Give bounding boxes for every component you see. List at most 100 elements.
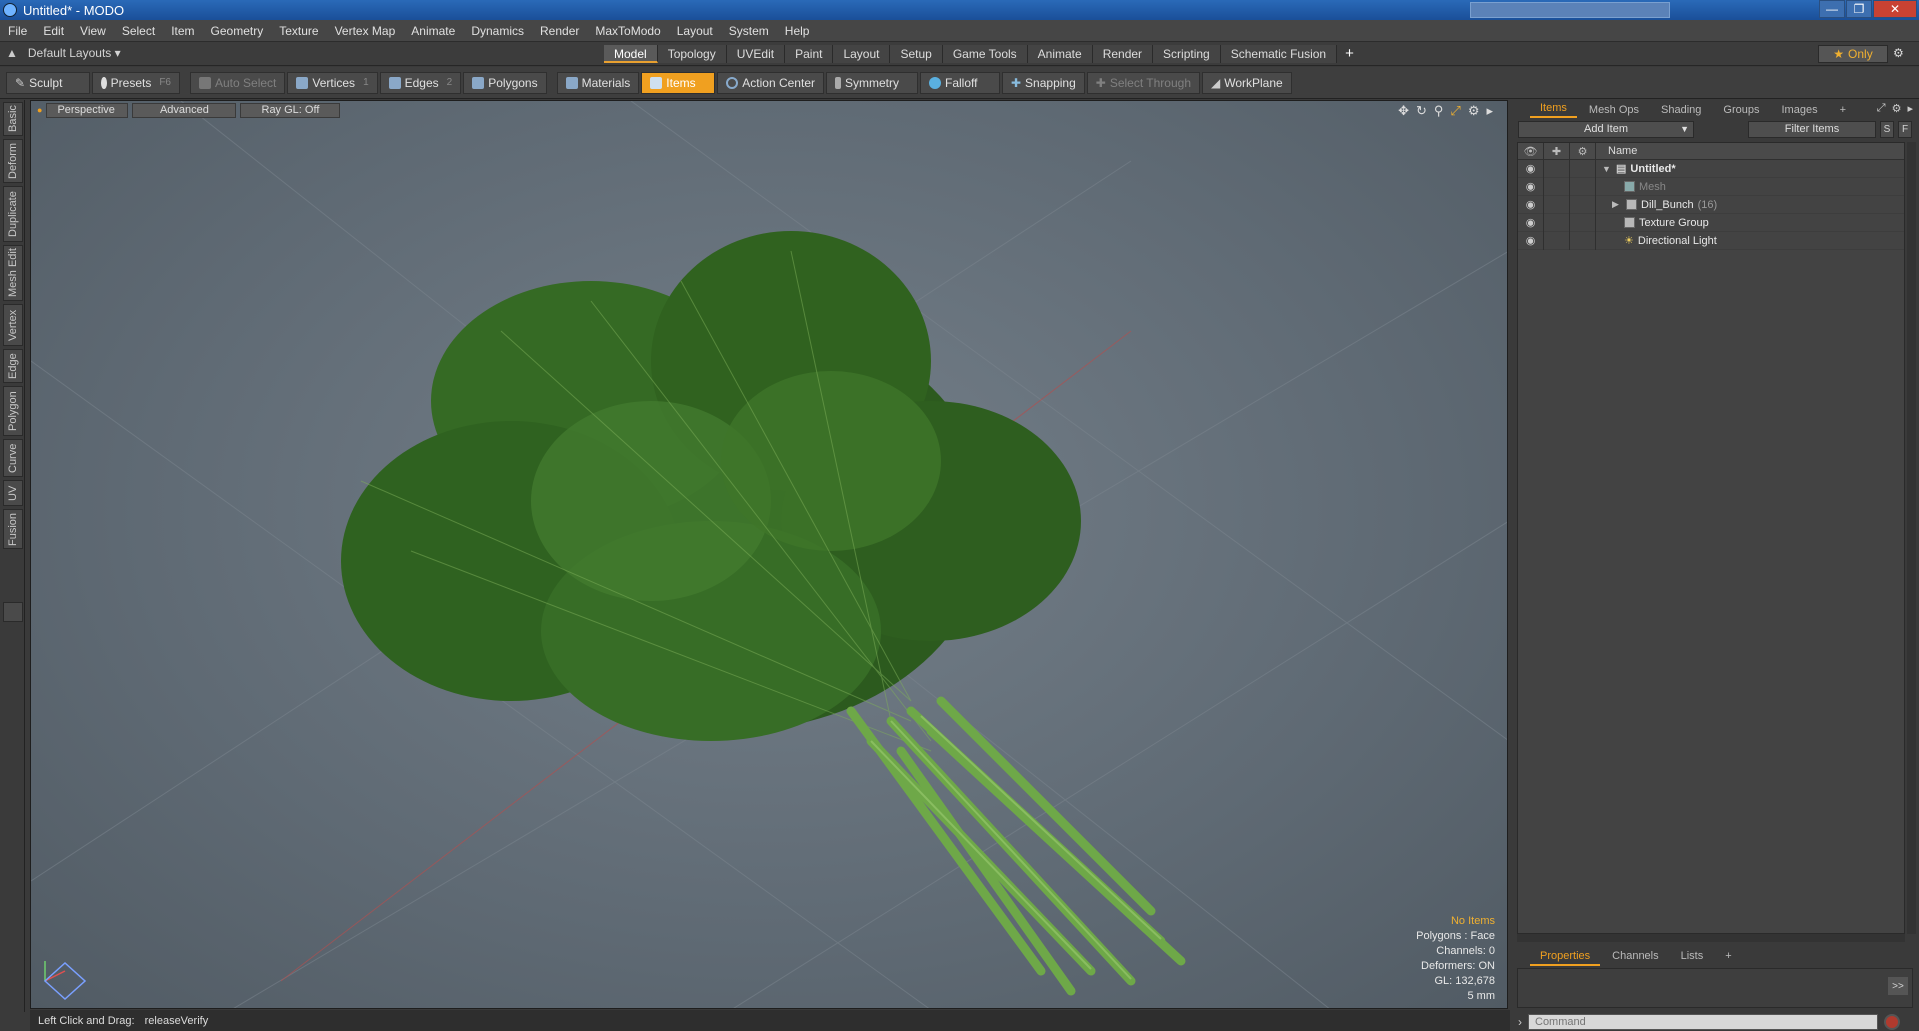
list-item[interactable]: ◉ ▼ ▤ Untitled* (1518, 159, 1904, 178)
left-panel-toggle[interactable] (3, 602, 23, 622)
menu-file[interactable]: File (0, 24, 35, 38)
eye-icon[interactable]: ◉ (1518, 213, 1544, 232)
render-column-icon[interactable]: ⚙ (1570, 143, 1596, 159)
tab-shading[interactable]: Shading (1651, 102, 1711, 118)
list-item[interactable]: ◉ ▶ Dill_Bunch (16) (1518, 195, 1904, 214)
chevron-down-icon[interactable]: ▼ (1602, 164, 1612, 174)
perspective-button[interactable]: Perspective (46, 102, 129, 118)
menu-select[interactable]: Select (114, 24, 163, 38)
tab-properties[interactable]: Properties (1530, 948, 1601, 966)
panel-expand-icon[interactable]: ⤢ (1877, 102, 1886, 115)
rotate-icon[interactable]: ↻ (1416, 103, 1427, 119)
tab-items[interactable]: Items (1530, 100, 1577, 118)
tab-render[interactable]: Render (1092, 45, 1154, 63)
name-column-header[interactable]: Name (1596, 145, 1637, 157)
close-icon[interactable]: ✕ (1873, 0, 1917, 18)
falloff-button[interactable]: Falloff (919, 71, 1000, 94)
item-list-hscrollbar[interactable] (1517, 934, 1905, 942)
tab-channels[interactable]: Channels (1602, 948, 1668, 966)
items-button[interactable]: Items (641, 71, 716, 94)
action-center-button[interactable]: Action Center (717, 71, 824, 94)
vertices-button[interactable]: Vertices 1 (287, 71, 378, 94)
raygl-button[interactable]: Ray GL: Off (240, 102, 341, 118)
workplane-button[interactable]: ◢ WorkPlane (1202, 71, 1292, 94)
zoom-icon[interactable]: ⚲ (1434, 103, 1444, 119)
add-item-button[interactable]: Add Item ▼ (1518, 120, 1694, 138)
tab-uv[interactable]: UV (3, 480, 23, 506)
record-icon[interactable] (1884, 1013, 1900, 1030)
menu-edit[interactable]: Edit (35, 24, 72, 38)
list-item[interactable]: ◉ Mesh (1518, 177, 1904, 196)
3d-viewport[interactable]: ● Perspective Advanced Ray GL: Off ✥ ↻ ⚲… (30, 100, 1508, 1009)
tab-animate[interactable]: Animate (1027, 45, 1093, 63)
tab-basic[interactable]: Basic (3, 102, 23, 136)
restore-icon[interactable]: ❐ (1846, 0, 1872, 18)
advanced-button[interactable]: Advanced (132, 102, 237, 118)
menu-system[interactable]: System (721, 24, 777, 38)
menu-texture[interactable]: Texture (271, 24, 326, 38)
pan-icon[interactable]: ✥ (1398, 103, 1409, 119)
tab-deform[interactable]: Deform (3, 139, 23, 183)
eye-icon[interactable]: ◉ (1518, 177, 1544, 196)
menu-view[interactable]: View (72, 24, 114, 38)
list-item[interactable]: ◉ Texture Group (1518, 213, 1904, 232)
menu-animate[interactable]: Animate (403, 24, 463, 38)
viewport-menu-dot[interactable]: ● (37, 105, 42, 115)
tab-model[interactable]: Model (604, 45, 658, 63)
menu-help[interactable]: Help (777, 24, 818, 38)
menu-dynamics[interactable]: Dynamics (463, 24, 532, 38)
expand-properties-button[interactable]: >> (1888, 977, 1908, 995)
sculpt-button[interactable]: ✎ Sculpt (6, 71, 90, 94)
tab-mesh-edit[interactable]: Mesh Edit (3, 245, 23, 301)
lock-column-icon[interactable]: ✚ (1544, 143, 1570, 159)
add-props-tab-button[interactable]: + (1715, 948, 1741, 966)
eye-icon[interactable]: ◉ (1518, 159, 1544, 178)
tab-edge[interactable]: Edge (3, 349, 23, 383)
default-layouts-dropdown[interactable]: Default Layouts ▾ (28, 46, 121, 60)
eye-icon[interactable]: ◉ (1518, 231, 1544, 250)
menu-geometry[interactable]: Geometry (203, 24, 272, 38)
tab-schematic-fusion[interactable]: Schematic Fusion (1220, 45, 1338, 63)
tab-mesh-ops[interactable]: Mesh Ops (1579, 102, 1649, 118)
panel-arrow-icon[interactable]: ▸ (1907, 102, 1913, 115)
edges-button[interactable]: Edges 2 (379, 71, 462, 94)
panel-gear-icon[interactable]: ⚙ (1892, 102, 1902, 115)
chevron-right-icon[interactable]: ▶ (1612, 199, 1622, 210)
eye-icon[interactable]: ◉ (1518, 195, 1544, 214)
tab-layout[interactable]: Layout (833, 45, 891, 63)
snapping-button[interactable]: ✚ Snapping (1001, 71, 1085, 94)
menu-render[interactable]: Render (532, 24, 587, 38)
tab-fusion[interactable]: Fusion (3, 509, 23, 549)
tab-game-tools[interactable]: Game Tools (942, 45, 1028, 63)
menu-layout[interactable]: Layout (669, 24, 721, 38)
tab-polygon[interactable]: Polygon (3, 386, 23, 436)
presets-button[interactable]: Presets F6 (92, 71, 180, 94)
s-button[interactable]: S (1880, 120, 1894, 138)
item-list-scrollbar[interactable] (1907, 142, 1916, 934)
minimize-icon[interactable]: — (1819, 0, 1845, 18)
add-panel-tab-button[interactable]: + (1830, 102, 1856, 118)
viewport-gear-icon[interactable]: ⚙ (1468, 103, 1480, 119)
viewport-expand-icon[interactable]: ▸ (1486, 103, 1493, 119)
list-item[interactable]: ◉ ☀ Directional Light (1518, 231, 1904, 250)
tab-lists[interactable]: Lists (1671, 948, 1714, 966)
tab-duplicate[interactable]: Duplicate (3, 186, 23, 242)
auto-select-button[interactable]: Auto Select (190, 71, 286, 94)
tab-paint[interactable]: Paint (785, 45, 834, 63)
title-search-box[interactable] (1470, 2, 1670, 18)
layout-collapse-icon[interactable]: ▲ (6, 46, 18, 60)
tab-groups[interactable]: Groups (1713, 102, 1769, 118)
f-button[interactable]: F (1898, 120, 1912, 138)
menu-maxtomodo[interactable]: MaxToModo (587, 24, 668, 38)
only-button[interactable]: ★ Only (1818, 45, 1888, 63)
tab-topology[interactable]: Topology (657, 45, 727, 63)
visibility-column-icon[interactable]: 👁 (1518, 143, 1544, 159)
tab-images[interactable]: Images (1772, 102, 1828, 118)
select-through-button[interactable]: ✚ Select Through (1086, 71, 1200, 94)
polygons-button[interactable]: Polygons (463, 71, 547, 94)
tab-uvedit[interactable]: UVEdit (726, 45, 786, 63)
materials-button[interactable]: Materials (556, 71, 640, 94)
filter-items-input[interactable]: Filter Items (1748, 120, 1876, 138)
tab-vertex[interactable]: Vertex (3, 304, 23, 346)
fit-icon[interactable]: ⤢ (1450, 103, 1460, 119)
